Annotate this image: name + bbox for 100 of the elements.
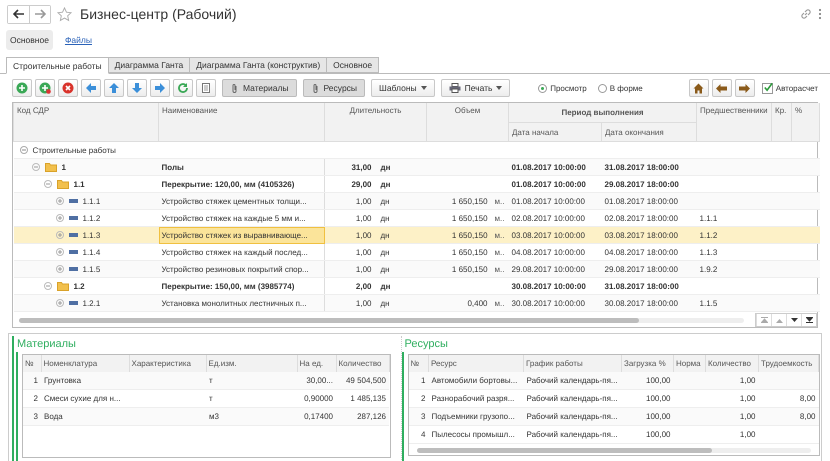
table-cell: 1.9.2 bbox=[696, 260, 772, 278]
column-header[interactable]: % bbox=[795, 106, 802, 115]
delete-icon bbox=[62, 82, 74, 94]
move-down-button[interactable] bbox=[127, 79, 147, 97]
expand-icon[interactable] bbox=[56, 299, 64, 307]
radio-option[interactable]: Просмотр bbox=[538, 84, 587, 92]
toggle-button[interactable]: Материалы bbox=[222, 79, 297, 97]
column-header[interactable]: Ресурс bbox=[431, 359, 457, 368]
plus-icon bbox=[39, 82, 51, 94]
table-cell: 1 650,150 bbox=[426, 226, 494, 244]
table-cell: 1,00 bbox=[324, 192, 378, 210]
dropdown-button[interactable]: Шаблоны bbox=[371, 79, 435, 97]
task-icon bbox=[68, 250, 78, 254]
next-row-button[interactable] bbox=[786, 314, 801, 326]
section-link[interactable]: Основное bbox=[6, 30, 53, 50]
folder-icon bbox=[56, 281, 68, 291]
move-up-button[interactable] bbox=[104, 79, 124, 97]
table-cell: Полы bbox=[158, 158, 324, 176]
collapse-icon[interactable] bbox=[44, 180, 52, 188]
section-link[interactable]: Файлы bbox=[60, 30, 96, 50]
table-cell: Устройство стяжек из выравнивающе... bbox=[158, 226, 324, 244]
arrow-right-icon bbox=[154, 82, 166, 94]
column-header[interactable]: Длительность bbox=[350, 106, 402, 115]
table-cell: 2 bbox=[421, 394, 426, 403]
forward-arrow-button[interactable] bbox=[734, 79, 755, 97]
document-button[interactable] bbox=[196, 79, 216, 97]
column-header[interactable]: Наименование bbox=[162, 106, 218, 115]
column-header[interactable]: Ед.изм. bbox=[208, 359, 237, 368]
table-cell: 1,00 bbox=[324, 260, 378, 278]
table-cell: Рабочий календарь-пя... bbox=[526, 412, 618, 421]
tree-node[interactable]: 1.1.5 bbox=[82, 264, 100, 274]
table-cell: 01.08.2017 10:00:00 bbox=[508, 192, 602, 210]
column-header[interactable]: Код СДР bbox=[17, 106, 50, 115]
tree-node[interactable]: 1 bbox=[62, 162, 66, 172]
home-button[interactable] bbox=[688, 79, 709, 97]
tab[interactable]: Основное bbox=[326, 57, 380, 73]
table-cell: Грунтовка bbox=[44, 376, 82, 385]
tree-node[interactable]: 1.1.4 bbox=[82, 248, 100, 256]
table-cell: т bbox=[209, 394, 213, 403]
toggle-button[interactable]: Ресурсы bbox=[302, 79, 366, 97]
radio-button[interactable] bbox=[598, 84, 607, 92]
horizontal-scrollbar[interactable] bbox=[416, 448, 811, 452]
more-icon[interactable] bbox=[818, 8, 822, 20]
tree-node[interactable]: 1.2.1 bbox=[82, 298, 100, 308]
table-cell: 01.08.2017 10:00:00 bbox=[508, 158, 602, 176]
checkbox-label: Авторасчет bbox=[776, 84, 818, 92]
expand-icon[interactable] bbox=[56, 197, 64, 205]
radio-option[interactable]: В форме bbox=[598, 84, 643, 92]
table-cell: Установка монолитных лестничных п... bbox=[158, 294, 324, 312]
first-row-button[interactable] bbox=[756, 314, 771, 326]
radio-button[interactable] bbox=[538, 84, 548, 92]
tab[interactable]: Диаграмма Ганта bbox=[108, 57, 190, 73]
panel-title: Материалы bbox=[16, 337, 77, 352]
move-right-button[interactable] bbox=[150, 79, 170, 97]
expand-icon[interactable] bbox=[56, 248, 64, 256]
table-cell: 8,00 bbox=[800, 394, 816, 403]
expand-icon[interactable] bbox=[56, 265, 64, 273]
expand-icon[interactable] bbox=[56, 214, 64, 222]
checkbox[interactable] bbox=[762, 82, 773, 94]
table-cell: 100,00 bbox=[646, 412, 670, 421]
table-cell: 287,126 bbox=[357, 412, 386, 421]
table-cell: 1.1.2 bbox=[696, 226, 772, 244]
tree-node[interactable]: 1.2 bbox=[74, 282, 85, 290]
tab[interactable]: Диаграмма Ганта (конструктив) bbox=[189, 57, 328, 73]
tree-node[interactable]: Строительные работы bbox=[32, 146, 116, 154]
table-cell: Автомобили бортовы... bbox=[432, 376, 518, 385]
triangle-down-icon bbox=[790, 318, 798, 322]
column-header[interactable]: Объем bbox=[454, 106, 480, 115]
tab[interactable]: Строительные работы bbox=[6, 57, 109, 74]
table-cell: 1,00 bbox=[740, 376, 756, 385]
refresh-button[interactable] bbox=[173, 79, 193, 97]
autocalc-checkbox[interactable]: Авторасчет bbox=[762, 82, 818, 94]
paperclip-icon bbox=[310, 82, 320, 94]
collapse-icon[interactable] bbox=[20, 146, 28, 154]
column-header[interactable]: Кр. bbox=[775, 106, 786, 115]
horizontal-scrollbar[interactable] bbox=[19, 318, 744, 322]
last-row-button[interactable] bbox=[801, 314, 816, 326]
tree-node[interactable]: 1.1.1 bbox=[82, 196, 100, 206]
table-cell: т bbox=[209, 376, 213, 385]
delete-button[interactable] bbox=[58, 79, 78, 97]
collapse-icon[interactable] bbox=[32, 163, 40, 171]
move-left-button[interactable] bbox=[81, 79, 101, 97]
triangle-up-icon bbox=[776, 318, 782, 322]
tree-node[interactable]: 1.1 bbox=[74, 180, 85, 188]
table-cell: 49 504,500 bbox=[346, 376, 386, 385]
tree-node[interactable]: 1.1.3 bbox=[82, 230, 100, 240]
add-child-button[interactable] bbox=[35, 79, 55, 97]
expand-icon[interactable] bbox=[56, 231, 64, 239]
link-icon[interactable] bbox=[800, 8, 812, 20]
add-button[interactable] bbox=[12, 79, 32, 97]
arrow-down-icon bbox=[131, 82, 143, 94]
collapse-icon[interactable] bbox=[44, 282, 52, 290]
dropdown-button[interactable]: Печать bbox=[440, 79, 510, 97]
arrow-left-icon bbox=[85, 82, 97, 94]
back-arrow-button[interactable] bbox=[712, 79, 732, 97]
star-icon[interactable] bbox=[57, 6, 72, 22]
tree-node[interactable]: 1.1.2 bbox=[82, 214, 100, 222]
table-cell: 3 bbox=[34, 412, 38, 421]
table-cell: 01.08.2017 18:00:00 bbox=[602, 192, 697, 210]
arrow-left-icon bbox=[12, 9, 24, 19]
